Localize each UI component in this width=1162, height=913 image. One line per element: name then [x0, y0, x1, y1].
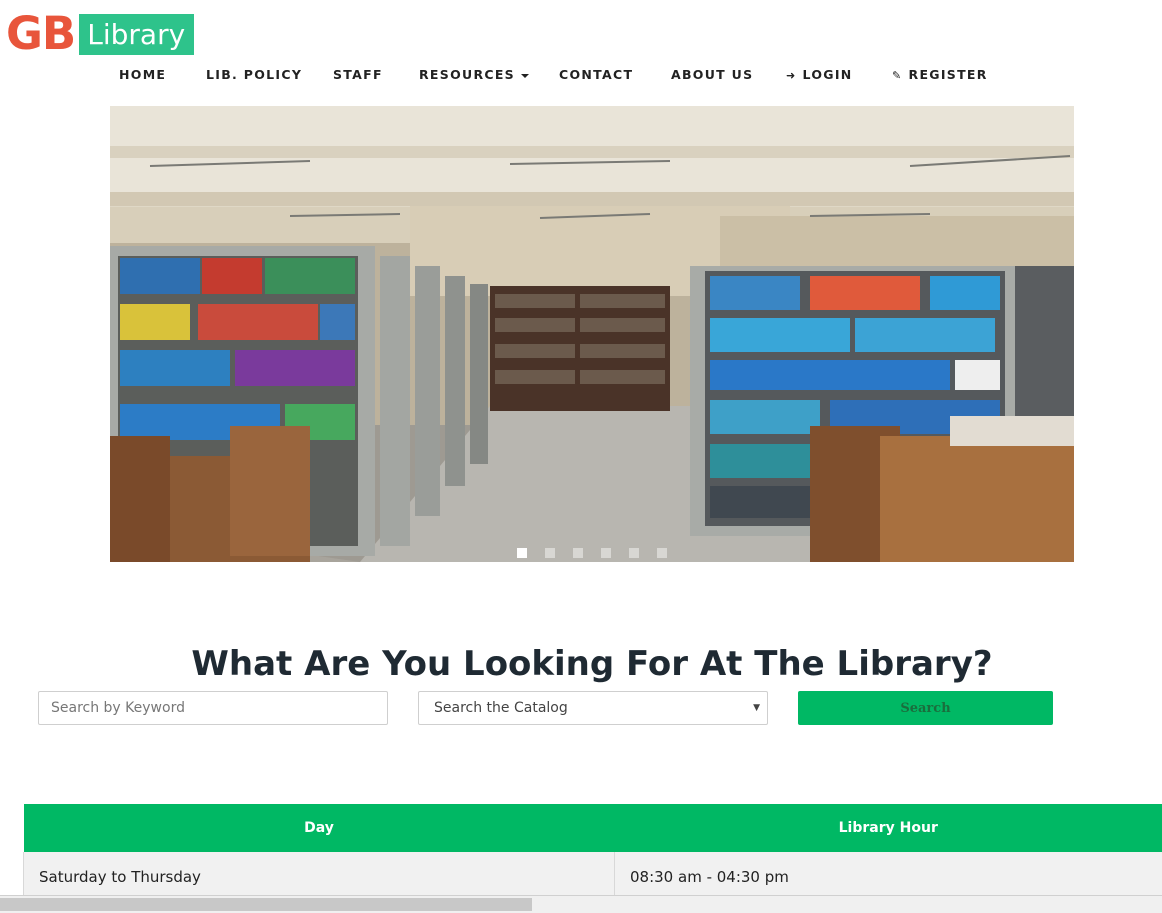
carousel-indicator-dot[interactable]: [573, 548, 583, 558]
edit-icon: ✎: [892, 69, 903, 82]
sign-in-icon: ➜: [786, 69, 797, 82]
nav-lib-policy[interactable]: LIB. POLICY: [206, 67, 302, 82]
nav-register-label: REGISTER: [909, 67, 988, 82]
logo-gb-text: GB: [6, 13, 75, 55]
nav-staff[interactable]: STAFF: [333, 67, 383, 82]
nav-contact[interactable]: CONTACT: [559, 67, 633, 82]
caret-down-icon: [521, 74, 529, 78]
nav-login-label: LOGIN: [803, 67, 853, 82]
carousel-indicator-dot[interactable]: [517, 548, 527, 558]
library-photo: [110, 106, 1074, 562]
carousel-indicator-dot[interactable]: [629, 548, 639, 558]
library-hours-table: Day Library Hour Saturday to Thursday 08…: [23, 804, 1162, 902]
nav-resources-label: RESOURCES: [419, 67, 515, 82]
nav-login[interactable]: ➜ LOGIN: [786, 67, 853, 82]
scrollbar-thumb[interactable]: [0, 898, 532, 911]
site-logo[interactable]: GB Library: [6, 13, 194, 55]
search-heading: What Are You Looking For At The Library?: [0, 644, 1162, 684]
keyword-search-input[interactable]: [38, 691, 388, 725]
carousel-indicator-dot[interactable]: [657, 548, 667, 558]
hero-carousel[interactable]: [110, 106, 1074, 562]
column-header-library-hour: Library Hour: [615, 804, 1162, 852]
logo-library-text: Library: [79, 14, 194, 55]
nav-resources[interactable]: RESOURCES: [419, 67, 529, 82]
main-nav: HOME LIB. POLICY STAFF RESOURCES CONTACT…: [0, 64, 1162, 86]
table-header-row: Day Library Hour: [24, 804, 1162, 852]
carousel-indicator-dot[interactable]: [601, 548, 611, 558]
search-button[interactable]: Search: [798, 691, 1053, 725]
catalog-select-value: Search the Catalog: [434, 700, 568, 716]
nav-register[interactable]: ✎ REGISTER: [892, 67, 988, 82]
nav-about-us[interactable]: ABOUT US: [671, 67, 753, 82]
carousel-indicators: [110, 545, 1074, 562]
nav-home[interactable]: HOME: [119, 67, 166, 82]
catalog-select[interactable]: Search the Catalog ▼: [418, 691, 768, 725]
carousel-indicator-dot[interactable]: [545, 548, 555, 558]
select-arrow-icon: ▼: [753, 692, 760, 724]
column-header-day: Day: [24, 804, 615, 852]
horizontal-scrollbar[interactable]: [0, 895, 1162, 913]
